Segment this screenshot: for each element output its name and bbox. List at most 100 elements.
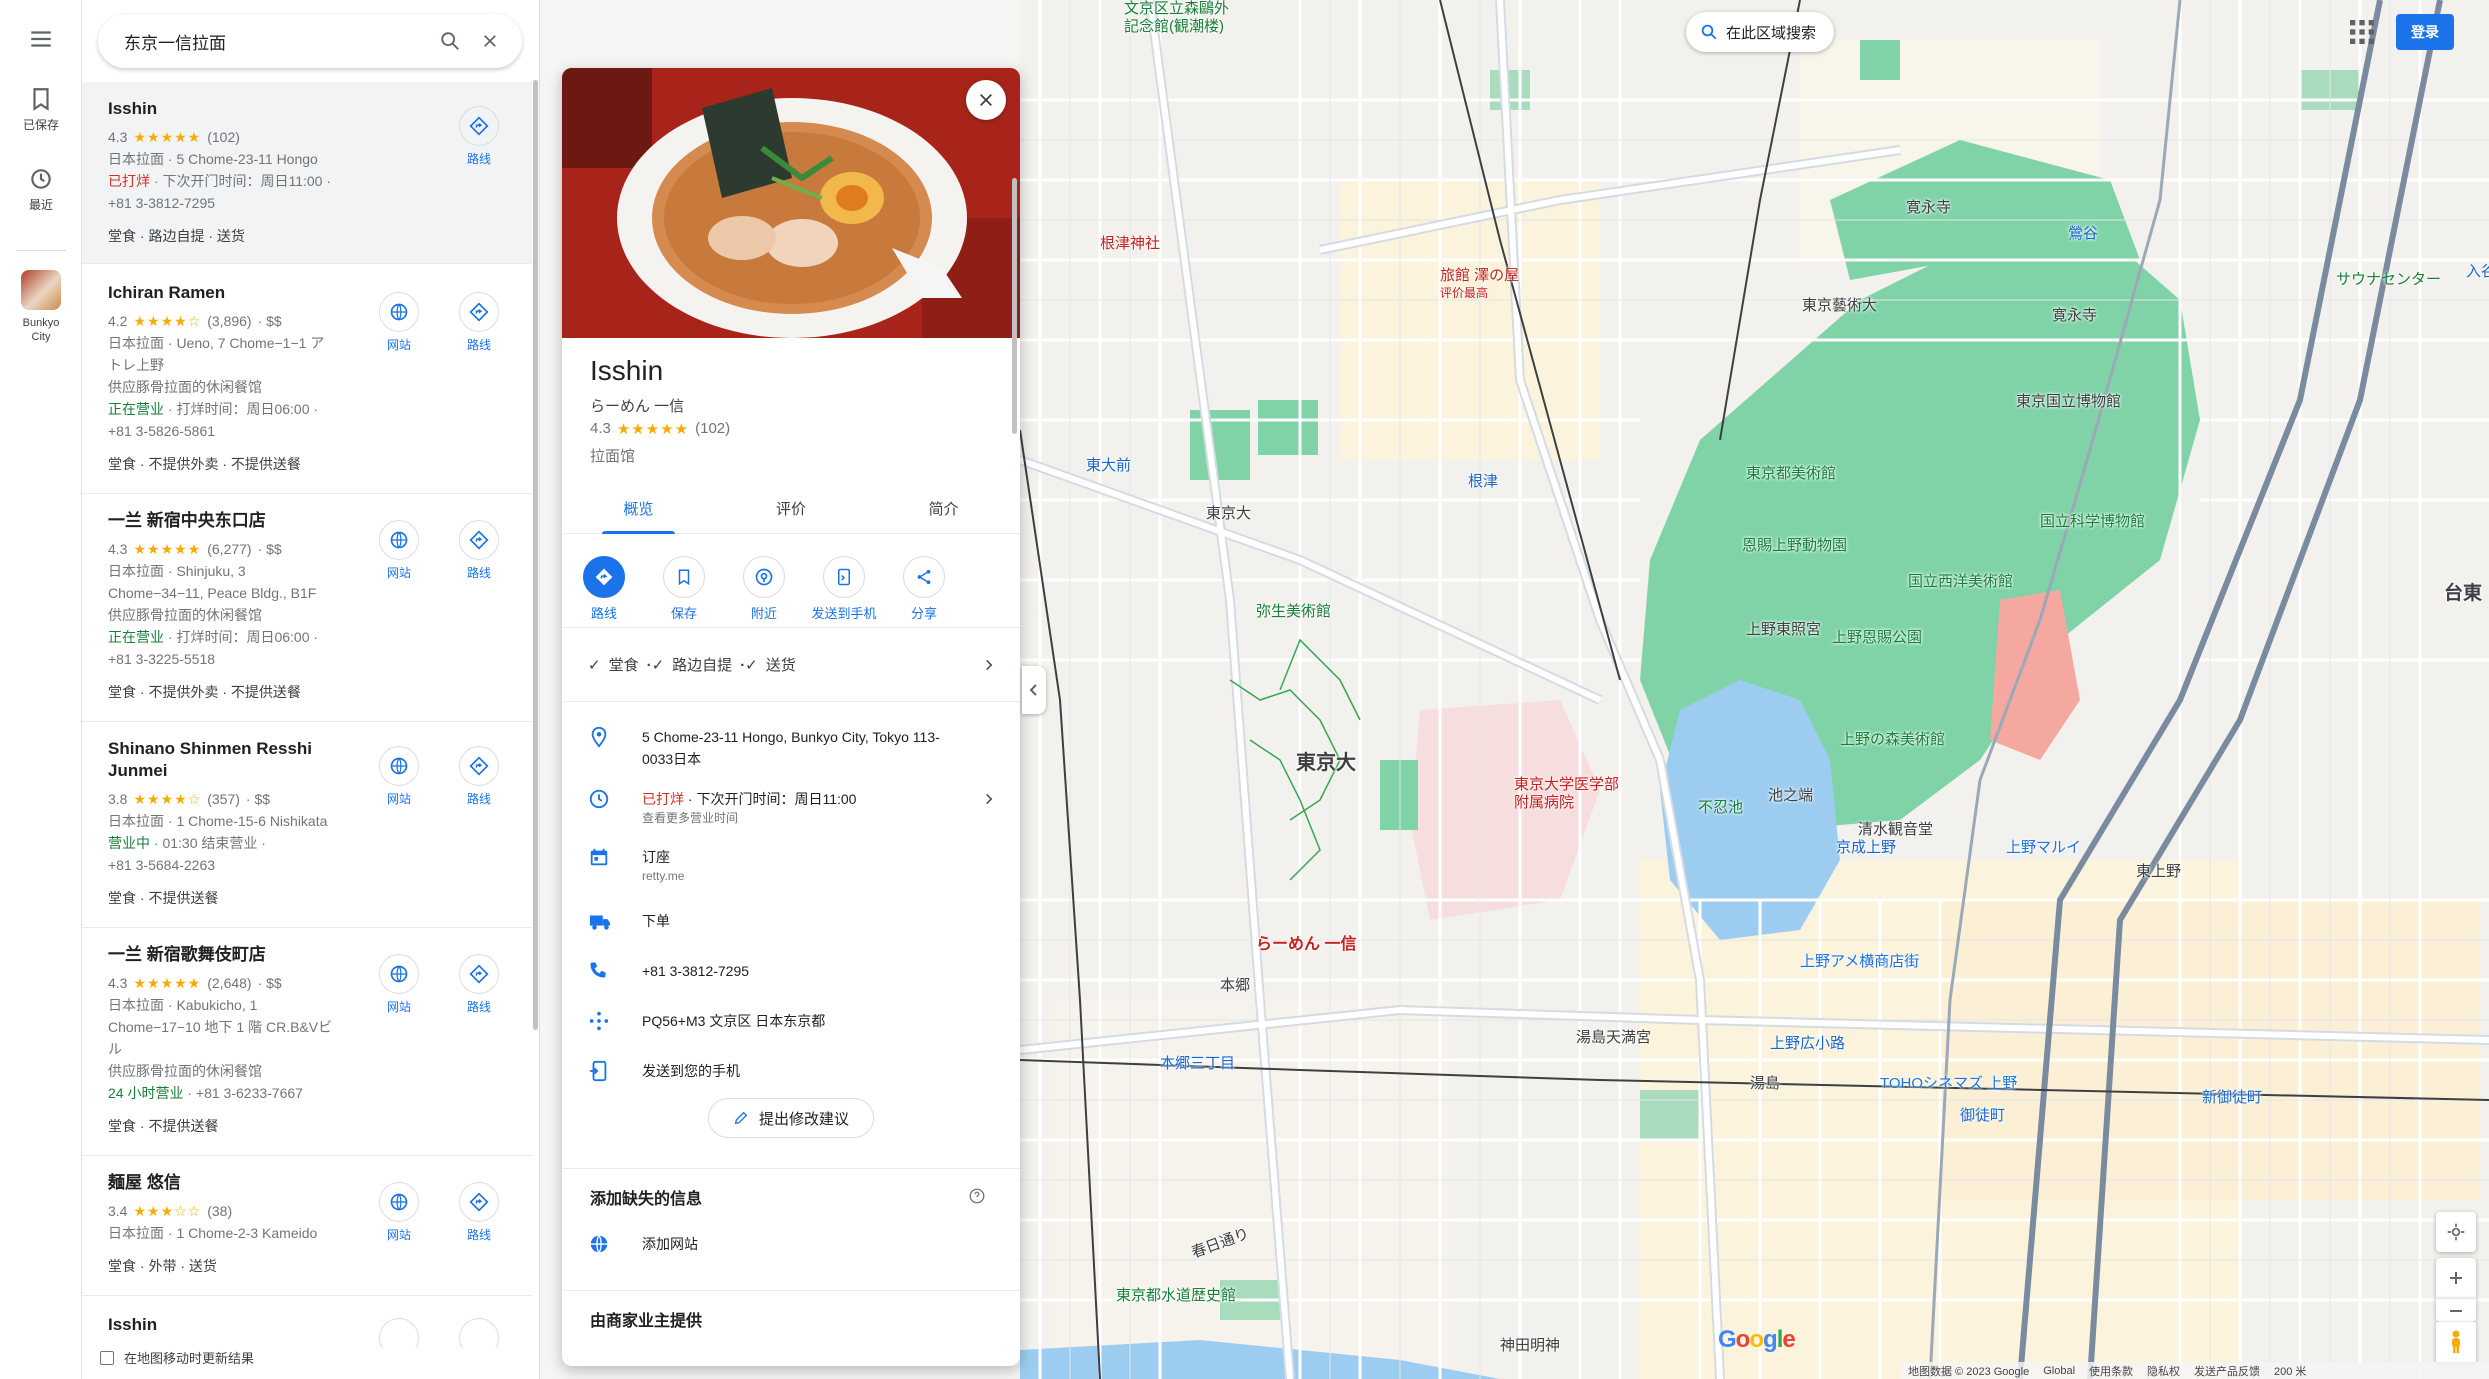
map-label-nezu[interactable]: 根津 xyxy=(1468,470,1498,491)
map-label-hongo[interactable]: 本郷 xyxy=(1220,974,1250,995)
plus-code-row[interactable]: PQ56+M3 文京区 日本东京都 xyxy=(562,1010,1020,1032)
map-label-kiyomizu[interactable]: 清水観音堂 xyxy=(1858,818,1933,839)
website-button[interactable]: 网站 xyxy=(366,954,432,1015)
website-button[interactable]: 网站 xyxy=(366,520,432,581)
result-item[interactable]: Isshin xyxy=(82,1296,532,1358)
map-label-yayoi[interactable]: 弥生美術館 xyxy=(1256,600,1331,621)
map-label-todai-big[interactable]: 東京大 xyxy=(1296,746,1356,775)
map-label-okachimachi[interactable]: 御徒町 xyxy=(1960,1104,2005,1125)
my-location-button[interactable] xyxy=(2436,1212,2476,1252)
map-label-higashi-ueno[interactable]: 東上野 xyxy=(2136,860,2181,881)
save-action[interactable]: 保存 xyxy=(644,556,724,622)
search-input[interactable]: 东京一信拉面 xyxy=(124,29,430,54)
map-label-hongo3[interactable]: 本郷三丁目 xyxy=(1160,1052,1235,1073)
map-label-national-museum[interactable]: 東京国立博物館 xyxy=(2016,390,2121,411)
search-this-area-button[interactable]: 在此区域搜索 xyxy=(1686,12,1835,52)
map-label-yushima[interactable]: 湯島天満宮 xyxy=(1576,1026,1651,1047)
result-item[interactable]: 一兰 新宿中央东口店 4.3 ★★★★★ (6,277) · $$ 日本拉面 ·… xyxy=(82,494,532,722)
add-website-row[interactable]: 添加网站 xyxy=(562,1233,1020,1255)
map-label-science-museum[interactable]: 国立科学博物館 xyxy=(2040,510,2145,531)
street-view-button[interactable] xyxy=(2436,1322,2476,1362)
map-label-suidou[interactable]: 東京都水道歴史館 xyxy=(1116,1284,1236,1305)
order-row[interactable]: 下单 xyxy=(562,910,1020,932)
map-label-uguisudani[interactable]: 鶯谷 xyxy=(2068,222,2098,243)
saved-button[interactable]: 已保存 xyxy=(0,86,82,133)
help-icon[interactable] xyxy=(968,1187,986,1205)
marker-label[interactable]: らーめん 一信 xyxy=(1256,930,1356,954)
place-rating-row[interactable]: 4.3 ★★★★★ (102) xyxy=(590,420,730,438)
search-box[interactable]: 东京一信拉面 xyxy=(98,14,522,68)
result-item[interactable]: 一兰 新宿歌舞伎町店 4.3 ★★★★★ (2,648) · $$ 日本拉面 ·… xyxy=(82,928,532,1156)
footer-privacy[interactable]: 隐私权 xyxy=(2147,1363,2180,1379)
tab-overview[interactable]: 概览 xyxy=(562,478,715,534)
map-scale[interactable]: 200 米 xyxy=(2274,1363,2306,1379)
sign-in-button[interactable]: 登录 xyxy=(2396,14,2454,50)
zoom-out-button[interactable] xyxy=(2436,1298,2476,1322)
map-label-yushima-st[interactable]: 湯島 xyxy=(1750,1072,1780,1093)
recent-button[interactable]: 最近 xyxy=(0,166,82,213)
directions-button[interactable]: 路线 xyxy=(446,954,512,1015)
map-label-tokyo-art[interactable]: 東京都美術館 xyxy=(1746,462,1836,483)
result-item[interactable]: Isshin 4.3 ★★★★★ (102) 日本拉面 · 5 Chome-23… xyxy=(82,82,532,264)
result-item[interactable]: Ichiran Ramen 4.2 ★★★★☆ (3,896) · $$ 日本拉… xyxy=(82,264,532,494)
nearby-action[interactable]: 附近 xyxy=(724,556,804,622)
map-label-saiun[interactable]: サウナセンター xyxy=(2336,268,2441,289)
detail-scrollbar[interactable] xyxy=(1012,178,1017,434)
place-reviews[interactable]: (102) xyxy=(695,420,730,438)
address-row[interactable]: 5 Chome-23-11 Hongo, Bunkyo City, Tokyo … xyxy=(562,726,1020,770)
tab-reviews[interactable]: 评价 xyxy=(715,478,868,533)
share-action[interactable]: 分享 xyxy=(884,556,964,622)
result-name[interactable]: Shinano Shinmen Resshi Junmei xyxy=(108,738,338,782)
map-label-ueno-marui[interactable]: 上野マルイ xyxy=(2006,836,2081,857)
map-label-western-art[interactable]: 国立西洋美術館 xyxy=(1908,570,2013,591)
place-category[interactable]: 拉面馆 xyxy=(590,445,635,466)
map-label-ameyoko[interactable]: 上野アメ横商店街 xyxy=(1800,950,1919,971)
map-label-todai[interactable]: 東京大 xyxy=(1206,502,1251,523)
zoom-in-button[interactable] xyxy=(2436,1258,2476,1298)
result-item[interactable]: 麺屋 悠信 3.4 ★★★☆☆ (38) 日本拉面 · 1 Chome-2-3 … xyxy=(82,1156,532,1296)
phone-row[interactable]: +81 3-3812-7295 xyxy=(562,960,1020,982)
website-button[interactable]: 网站 xyxy=(366,746,432,807)
map-label-kanda-myojin[interactable]: 神田明神 xyxy=(1500,1334,1560,1355)
directions-button[interactable]: 路线 xyxy=(446,520,512,581)
directions-button[interactable]: 路线 xyxy=(446,746,512,807)
results-scrollbar[interactable] xyxy=(533,80,538,1030)
map-label-nezu-shrine[interactable]: 根津神社 xyxy=(1100,232,1160,253)
apps-grid-icon[interactable] xyxy=(2346,16,2378,48)
map-label-toshogu[interactable]: 上野東照宮 xyxy=(1746,618,1821,639)
map-label-todai-mae[interactable]: 東大前 xyxy=(1086,454,1131,475)
map-label-ueno-hirokoji[interactable]: 上野広小路 xyxy=(1770,1032,1845,1053)
suggest-edit-button[interactable]: 提出修改建议 xyxy=(708,1098,875,1138)
map-label-bunkyo-museum[interactable]: 文京区立森鷗外 記念館(観潮楼) xyxy=(1124,0,1229,36)
directions-button[interactable]: 路线 xyxy=(446,1182,512,1243)
map-label-shinobazu[interactable]: 不忍池 xyxy=(1698,796,1743,817)
update-on-move-row[interactable]: 在地图移动时更新结果 xyxy=(100,1348,530,1367)
map-label-ueno-forest[interactable]: 上野の森美術館 xyxy=(1840,728,1945,749)
send-to-phone-action[interactable]: 发送到手机 xyxy=(804,556,884,622)
send-phone-row[interactable]: 发送到您的手机 xyxy=(562,1060,1020,1082)
map-label-geidai[interactable]: 東京藝術大 xyxy=(1802,294,1877,315)
update-on-move-checkbox[interactable] xyxy=(100,1350,114,1365)
booking-row[interactable]: 订座 retty.me xyxy=(562,846,1020,884)
map-label-iriya[interactable]: 入谷 xyxy=(2466,260,2489,281)
collapse-panel-button[interactable] xyxy=(1022,666,1046,714)
result-item[interactable]: Shinano Shinmen Resshi Junmei 3.8 ★★★★☆ … xyxy=(82,722,532,928)
search-button[interactable] xyxy=(430,21,470,61)
map-label-ikenohata[interactable]: 池之端 xyxy=(1768,784,1813,805)
directions-button[interactable]: 路线 xyxy=(446,106,512,167)
map-label-taito[interactable]: 台東 xyxy=(2444,578,2482,605)
map-label-ueno-park[interactable]: 上野恩賜公園 xyxy=(1832,626,1922,647)
place-photo[interactable] xyxy=(562,68,1020,338)
website-button[interactable]: 网站 xyxy=(366,1182,432,1243)
website-button[interactable]: 网站 xyxy=(366,292,432,353)
map-label-kanei-temple[interactable]: 寛永寺 xyxy=(1906,196,1951,217)
tab-about[interactable]: 简介 xyxy=(867,478,1020,533)
map-label-kanei[interactable]: 寛永寺 xyxy=(2052,304,2097,325)
recent-place-button[interactable]: Bunkyo City xyxy=(0,270,82,344)
map-label-ueno-zoo[interactable]: 恩賜上野動物園 xyxy=(1742,534,1847,555)
menu-button[interactable] xyxy=(0,26,82,56)
directions-action[interactable]: 路线 xyxy=(564,556,644,622)
footer-terms[interactable]: 使用条款 xyxy=(2089,1363,2133,1379)
map-label-shin-okachimachi[interactable]: 新御徒町 xyxy=(2202,1086,2262,1107)
footer-feedback[interactable]: 发送产品反馈 xyxy=(2194,1363,2260,1379)
